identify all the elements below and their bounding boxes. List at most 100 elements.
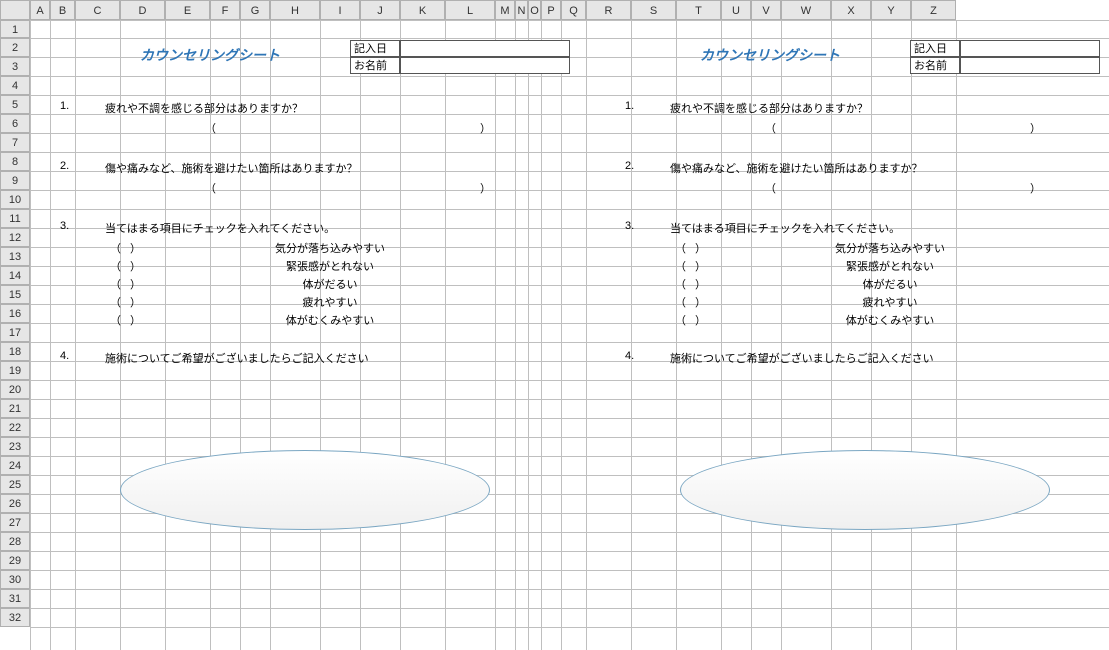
row-header-11[interactable]: 11 — [0, 209, 30, 228]
chk-r-2-left: ） — [130, 258, 141, 274]
row-header-15[interactable]: 15 — [0, 285, 30, 304]
row-header-31[interactable]: 31 — [0, 589, 30, 608]
row-header-30[interactable]: 30 — [0, 570, 30, 589]
q1-paren-r-left: ） — [480, 120, 491, 136]
chk4-right: 疲れやすい — [730, 294, 1050, 310]
row-header-27[interactable]: 27 — [0, 513, 30, 532]
chk-r-1-right: ） — [695, 240, 706, 256]
q4-left: 施術についてご希望がございましたらご記入ください — [105, 350, 369, 366]
row-header-5[interactable]: 5 — [0, 95, 30, 114]
row-header-10[interactable]: 10 — [0, 190, 30, 209]
row-header-29[interactable]: 29 — [0, 551, 30, 570]
col-header-L[interactable]: L — [445, 0, 495, 20]
row-header-12[interactable]: 12 — [0, 228, 30, 247]
q2-paren-l-right: （ — [765, 180, 776, 196]
row-header-1[interactable]: 1 — [0, 20, 30, 38]
col-header-R[interactable]: R — [586, 0, 631, 20]
form-title-left: カウンセリングシート — [100, 45, 320, 65]
col-header-N[interactable]: N — [515, 0, 528, 20]
col-header-P[interactable]: P — [541, 0, 561, 20]
col-header-B[interactable]: B — [50, 0, 75, 20]
col-header-U[interactable]: U — [721, 0, 751, 20]
row-header-13[interactable]: 13 — [0, 247, 30, 266]
name-field-right[interactable] — [960, 57, 1100, 74]
col-header-C[interactable]: C — [75, 0, 120, 20]
row-header-24[interactable]: 24 — [0, 456, 30, 475]
chk-l-5-left: （ — [110, 312, 121, 328]
col-header-G[interactable]: G — [240, 0, 270, 20]
col-header-J[interactable]: J — [360, 0, 400, 20]
col-header-I[interactable]: I — [320, 0, 360, 20]
q2-num-right: 2. — [625, 160, 634, 172]
chk1-right: 気分が落ち込みやすい — [730, 240, 1050, 256]
spreadsheet-grid: ABCDEFGHIJKLMNOPQRSTUVWXYZ 1234567891011… — [0, 0, 1109, 649]
q1-left: 疲れや不調を感じる部分はありますか？ — [105, 100, 303, 116]
col-header-O[interactable]: O — [528, 0, 541, 20]
row-header-23[interactable]: 23 — [0, 437, 30, 456]
q1-paren-l-right: （ — [765, 120, 776, 136]
q2-num-left: 2. — [60, 160, 69, 172]
chk2-right: 緊張感がとれない — [730, 258, 1050, 274]
col-header-H[interactable]: H — [270, 0, 320, 20]
row-header-7[interactable]: 7 — [0, 133, 30, 152]
row-header-3[interactable]: 3 — [0, 57, 30, 76]
col-header-Q[interactable]: Q — [561, 0, 586, 20]
col-header-Z[interactable]: Z — [911, 0, 956, 20]
chk4-left: 疲れやすい — [170, 294, 490, 310]
row-header-4[interactable]: 4 — [0, 76, 30, 95]
chk-l-5-right: （ — [675, 312, 686, 328]
col-header-A[interactable]: A — [30, 0, 50, 20]
chk-l-3-left: （ — [110, 276, 121, 292]
row-header-26[interactable]: 26 — [0, 494, 30, 513]
chk-r-2-right: ） — [695, 258, 706, 274]
col-header-V[interactable]: V — [751, 0, 781, 20]
q3-num-left: 3. — [60, 220, 69, 232]
row-header-9[interactable]: 9 — [0, 171, 30, 190]
row-header-21[interactable]: 21 — [0, 399, 30, 418]
chk-l-3-right: （ — [675, 276, 686, 292]
col-header-S[interactable]: S — [631, 0, 676, 20]
chk-l-4-right: （ — [675, 294, 686, 310]
col-header-Y[interactable]: Y — [871, 0, 911, 20]
row-header-20[interactable]: 20 — [0, 380, 30, 399]
row-header-32[interactable]: 32 — [0, 608, 30, 627]
name-field-left[interactable] — [400, 57, 570, 74]
row-header-14[interactable]: 14 — [0, 266, 30, 285]
row-header-17[interactable]: 17 — [0, 323, 30, 342]
select-all-corner[interactable] — [0, 0, 30, 20]
row-header-22[interactable]: 22 — [0, 418, 30, 437]
q3-right: 当てはまる項目にチェックを入れてください。 — [670, 220, 900, 236]
row-header-19[interactable]: 19 — [0, 361, 30, 380]
row-header-16[interactable]: 16 — [0, 304, 30, 323]
date-field-right[interactable] — [960, 40, 1100, 57]
col-header-T[interactable]: T — [676, 0, 721, 20]
col-header-W[interactable]: W — [781, 0, 831, 20]
row-header-25[interactable]: 25 — [0, 475, 30, 494]
q1-num-left: 1. — [60, 100, 69, 112]
q2-right: 傷や痛みなど、施術を避けたい箇所はありますか？ — [670, 160, 922, 176]
q1-paren-l-left: （ — [205, 120, 216, 136]
q3-num-right: 3. — [625, 220, 634, 232]
row-header-6[interactable]: 6 — [0, 114, 30, 133]
col-header-K[interactable]: K — [400, 0, 445, 20]
col-header-F[interactable]: F — [210, 0, 240, 20]
chk3-right: 体がだるい — [730, 276, 1050, 292]
row-header-2[interactable]: 2 — [0, 38, 30, 57]
cell-area[interactable]: カウンセリングシート 記入日 お名前 1. 疲れや不調を感じる部分はありますか？… — [30, 20, 1109, 650]
stamp-ellipse-left — [120, 450, 490, 530]
chk-l-1-right: （ — [675, 240, 686, 256]
q1-paren-r-right: ） — [1030, 120, 1041, 136]
col-header-X[interactable]: X — [831, 0, 871, 20]
stamp-ellipse-right — [680, 450, 1050, 530]
chk3-left: 体がだるい — [170, 276, 490, 292]
col-header-D[interactable]: D — [120, 0, 165, 20]
chk5-left: 体がむくみやすい — [170, 312, 490, 328]
row-header-8[interactable]: 8 — [0, 152, 30, 171]
row-header-28[interactable]: 28 — [0, 532, 30, 551]
row-header-18[interactable]: 18 — [0, 342, 30, 361]
date-field-left[interactable] — [400, 40, 570, 57]
col-header-M[interactable]: M — [495, 0, 515, 20]
col-header-E[interactable]: E — [165, 0, 210, 20]
chk-r-3-left: ） — [130, 276, 141, 292]
q2-paren-r-right: ） — [1030, 180, 1041, 196]
